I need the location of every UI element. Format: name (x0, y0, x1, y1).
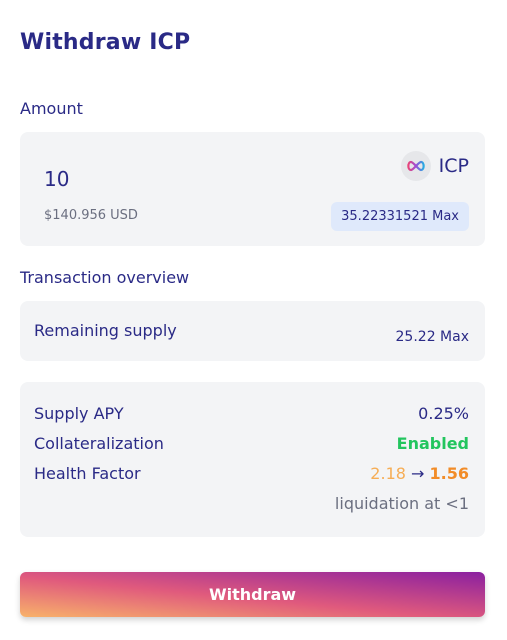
max-button[interactable]: 35.22331521 Max (331, 202, 469, 231)
remaining-supply-label: Remaining supply (34, 321, 177, 340)
amount-card: 10 ICP $140.956 USD 35.22331521 Max (20, 132, 485, 246)
overview-details-card: Supply APY 0.25% Collateralization Enabl… (20, 382, 485, 537)
remaining-supply-value: 25.22 Max (395, 329, 469, 345)
token-name: ICP (438, 155, 469, 177)
health-factor-label: Health Factor (34, 464, 141, 483)
health-factor-old: 2.18 (370, 464, 406, 483)
remaining-supply-card: Remaining supply 25.22 Max (20, 301, 485, 361)
health-factor-new: 1.56 (429, 464, 469, 483)
withdraw-button[interactable]: Withdraw (20, 572, 485, 617)
supply-apy-label: Supply APY (34, 404, 124, 423)
arrow-right-icon: → (411, 464, 425, 483)
amount-label: Amount (20, 99, 83, 118)
token-selector: ICP (400, 151, 469, 181)
supply-apy-value: 0.25% (418, 404, 469, 423)
usd-value: $140.956 USD (44, 208, 138, 223)
health-factor-value: 2.18 → 1.56 (370, 464, 469, 483)
page-title: Withdraw ICP (20, 30, 191, 55)
transaction-overview-label: Transaction overview (20, 268, 190, 287)
liquidation-note: liquidation at <1 (334, 494, 469, 513)
collateralization-status: Enabled (396, 434, 469, 453)
collateralization-label: Collateralization (34, 434, 164, 453)
amount-input[interactable]: 10 (44, 167, 69, 191)
infinity-logo-icon (400, 151, 431, 181)
